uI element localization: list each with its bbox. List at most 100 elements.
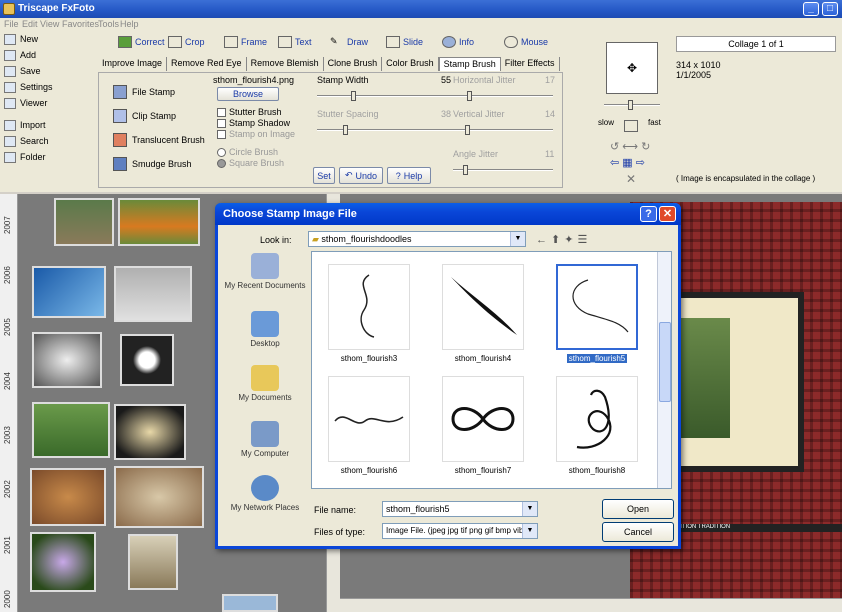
tab-improve-image[interactable]: Improve Image — [98, 57, 168, 71]
set-button[interactable]: Set — [313, 167, 335, 184]
thumbnail[interactable] — [118, 198, 200, 246]
thumbnail[interactable] — [114, 466, 204, 528]
stamp-width-slider[interactable] — [317, 91, 453, 101]
open-button[interactable]: Open — [602, 499, 674, 519]
file-type-dropdown[interactable]: Image File. (jpeg jpg tif png gif bmp vi… — [382, 523, 538, 539]
close-icon[interactable]: ✕ — [659, 206, 676, 222]
file-item[interactable]: sthom_flourish6 — [324, 376, 414, 475]
mouse-button[interactable]: Mouse — [504, 34, 548, 50]
chevron-down-icon[interactable]: ▼ — [510, 232, 525, 246]
help-icon[interactable]: ? — [640, 206, 657, 222]
place-desktop[interactable]: Desktop — [222, 311, 308, 348]
stamp-shadow-checkbox[interactable]: Stamp Shadow — [217, 118, 290, 128]
menu-view[interactable]: View — [40, 19, 59, 29]
file-item[interactable]: sthom_flourish7 — [438, 376, 528, 475]
file-list-scrollbar[interactable] — [657, 252, 671, 488]
tab-remove-blemish[interactable]: Remove Blemish — [247, 57, 324, 71]
pan-pad[interactable]: ✥ — [606, 42, 658, 94]
view-menu-icon[interactable]: ☰ — [577, 234, 591, 246]
chevron-down-icon[interactable]: ▼ — [522, 524, 537, 538]
stutter-brush-checkbox[interactable]: Stutter Brush — [217, 107, 282, 117]
menu-help[interactable]: Help — [120, 19, 139, 29]
folder-button[interactable]: Folder — [4, 150, 46, 164]
add-button[interactable]: Add — [4, 48, 36, 62]
vertical-jitter-thumb[interactable] — [465, 125, 470, 135]
thumbnail[interactable] — [32, 266, 106, 318]
frame-button[interactable]: Frame — [224, 34, 267, 50]
angle-jitter-thumb[interactable] — [463, 165, 468, 175]
thumbnail[interactable] — [120, 334, 174, 386]
speed-slider[interactable] — [604, 100, 660, 110]
angle-jitter-slider[interactable] — [453, 165, 553, 175]
circle-brush-radio[interactable]: Circle Brush — [217, 147, 278, 157]
horizontal-jitter-thumb[interactable] — [467, 91, 472, 101]
clip-stamp-tool[interactable]: Clip Stamp — [113, 109, 176, 123]
place-my-computer[interactable]: My Computer — [222, 421, 308, 458]
maximize-button[interactable]: □ — [822, 2, 838, 16]
file-item[interactable]: sthom_flourish3 — [324, 264, 414, 363]
file-item[interactable]: sthom_flourish8 — [552, 376, 642, 475]
thumbnail[interactable] — [30, 532, 96, 592]
tab-filter-effects[interactable]: Filter Effects — [501, 57, 560, 71]
viewer-button[interactable]: Viewer — [4, 96, 47, 110]
menu-edit[interactable]: Edit — [22, 19, 38, 29]
file-name-field[interactable]: sthom_flourish5 ▼ — [382, 501, 538, 517]
translucent-brush-tool[interactable]: Translucent Brush — [113, 133, 205, 147]
look-in-dropdown[interactable]: ▰ sthom_flourishdoodles ▼ — [308, 231, 526, 247]
canvas-scrollbar[interactable] — [340, 598, 842, 612]
back-icon[interactable]: ← — [536, 234, 551, 246]
thumbnail[interactable] — [54, 198, 114, 246]
save-button[interactable]: Save — [4, 64, 41, 78]
place-network[interactable]: My Network Places — [222, 475, 308, 512]
undo-button[interactable]: ↶ Undo — [339, 167, 383, 184]
tab-clone-brush[interactable]: Clone Brush — [324, 57, 383, 71]
up-folder-icon[interactable]: ⬆ — [551, 234, 564, 246]
menu-file[interactable]: File — [4, 19, 19, 29]
speed-thumb[interactable] — [628, 100, 633, 110]
place-recent-documents[interactable]: My Recent Documents — [222, 253, 308, 290]
file-item[interactable]: sthom_flourish4 — [438, 264, 528, 363]
settings-button[interactable]: Settings — [4, 80, 53, 94]
search-button[interactable]: Search — [4, 134, 49, 148]
cancel-button[interactable]: Cancel — [602, 522, 674, 542]
stamp-on-image-checkbox[interactable]: Stamp on Image — [217, 129, 295, 139]
thumbnail[interactable] — [32, 332, 102, 388]
crop-button[interactable]: Crop — [168, 34, 205, 50]
draw-button[interactable]: ✎ Draw — [330, 34, 368, 50]
new-folder-icon[interactable]: ✦ — [564, 234, 577, 246]
rotate-icons[interactable]: ↺ ⟷ ↻ — [610, 140, 650, 153]
square-brush-radio[interactable]: Square Brush — [217, 158, 284, 168]
thumbnail[interactable] — [32, 402, 110, 458]
correct-button[interactable]: Correct — [118, 34, 165, 50]
menu-tools[interactable]: Tools — [98, 19, 119, 29]
menu-favorites[interactable]: Favorites — [62, 19, 99, 29]
tab-stamp-brush[interactable]: Stamp Brush — [438, 57, 501, 71]
file-stamp-tool[interactable]: File Stamp — [113, 85, 175, 99]
horizontal-jitter-slider[interactable] — [453, 91, 553, 101]
tab-remove-red-eye[interactable]: Remove Red Eye — [167, 57, 247, 71]
smudge-brush-tool[interactable]: Smudge Brush — [113, 157, 192, 171]
thumbnail[interactable] — [222, 594, 278, 612]
thumbnail[interactable] — [30, 468, 106, 526]
chevron-down-icon[interactable]: ▼ — [522, 502, 537, 516]
new-button[interactable]: New — [4, 32, 38, 46]
place-my-documents[interactable]: My Documents — [222, 365, 308, 402]
vertical-jitter-slider[interactable] — [453, 125, 553, 135]
thumbnail[interactable] — [114, 404, 186, 460]
file-list-scroll-thumb[interactable] — [659, 322, 671, 402]
slide-button[interactable]: Slide — [386, 34, 423, 50]
close-icon[interactable]: ✕ — [626, 172, 636, 186]
minimize-button[interactable]: _ — [803, 2, 819, 16]
browse-button[interactable]: Browse — [217, 87, 279, 101]
tab-color-brush[interactable]: Color Brush — [382, 57, 439, 71]
stutter-spacing-thumb[interactable] — [343, 125, 348, 135]
help-button[interactable]: ? Help — [387, 167, 431, 184]
info-button[interactable]: Info — [442, 34, 474, 50]
stutter-spacing-slider[interactable] — [317, 125, 453, 135]
file-item-selected[interactable]: sthom_flourish5 — [552, 264, 642, 363]
text-button[interactable]: Text — [278, 34, 312, 50]
grid-icon[interactable] — [624, 120, 638, 132]
thumbnail[interactable] — [114, 266, 192, 322]
prev-next-icons[interactable]: ⇦ ▦ ⇨ — [610, 156, 645, 169]
import-button[interactable]: Import — [4, 118, 46, 132]
